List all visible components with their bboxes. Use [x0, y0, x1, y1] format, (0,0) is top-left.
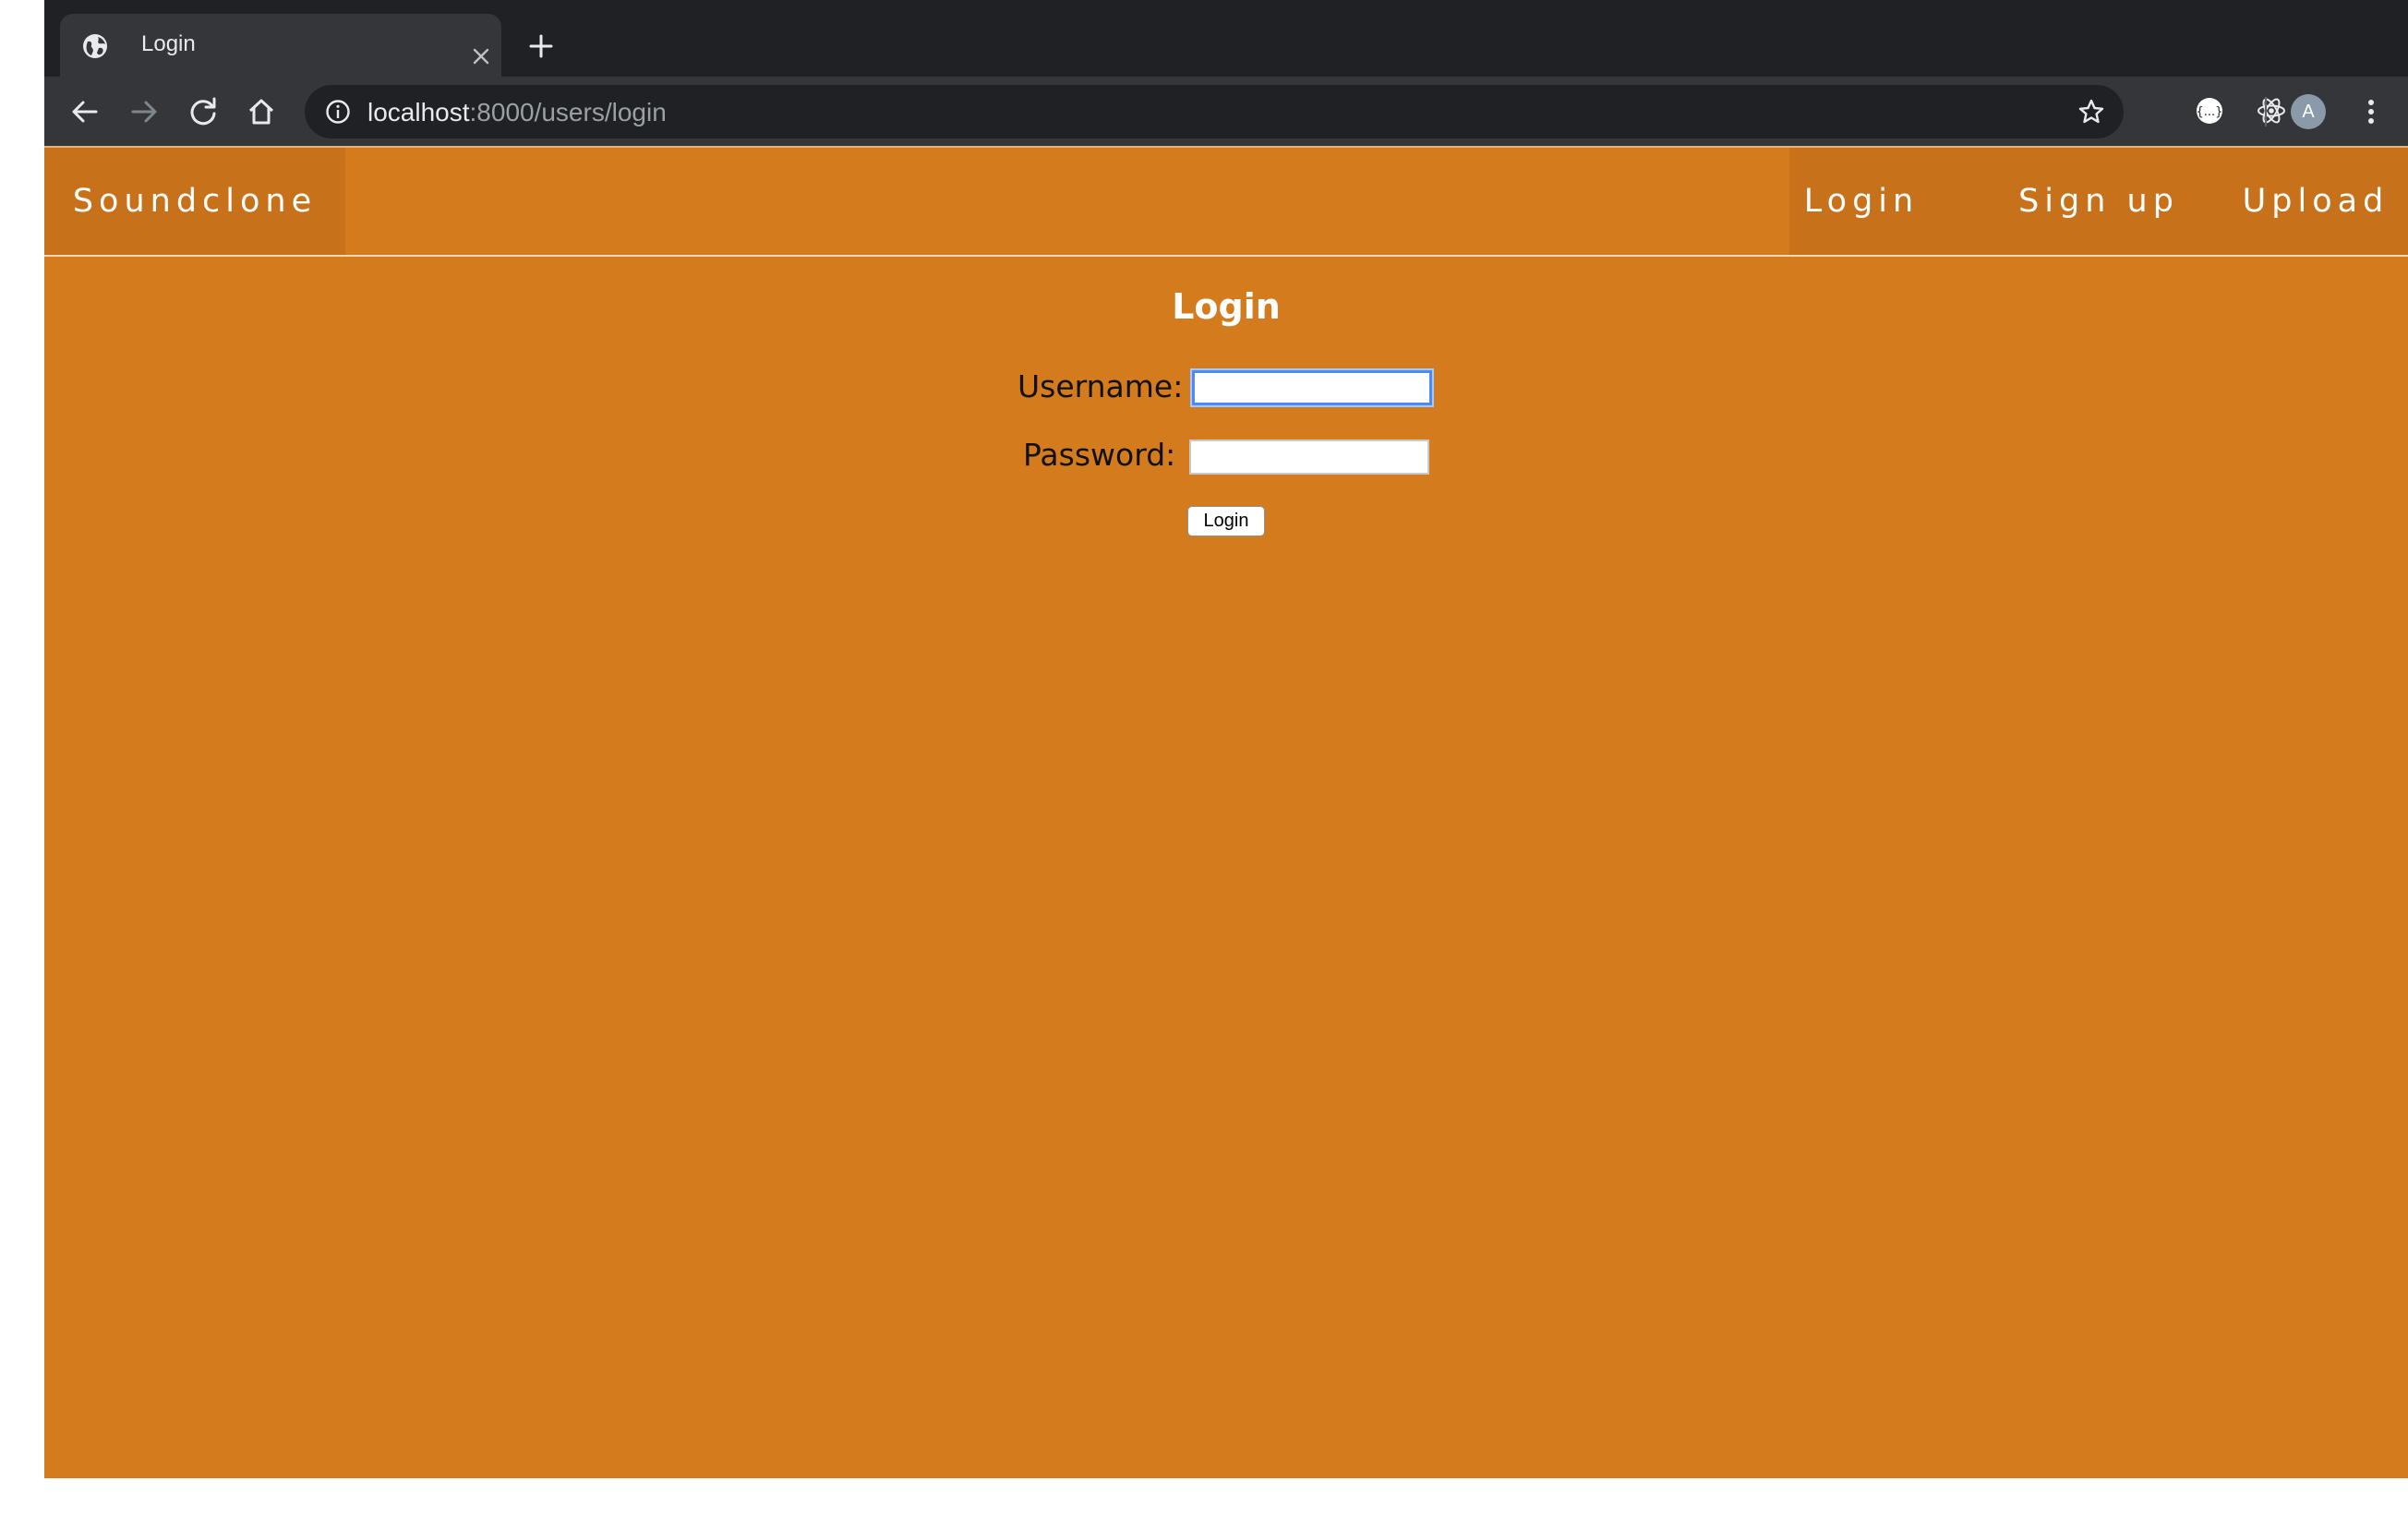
home-icon[interactable] [243, 93, 280, 130]
tab-title: Login [141, 31, 196, 56]
site-navbar: Soundclone Login Sign up Upload [44, 146, 2408, 257]
profile-avatar[interactable]: A [2291, 94, 2326, 129]
extension-icon[interactable]: {...} [2193, 94, 2226, 127]
info-icon[interactable] [325, 99, 351, 125]
browser-toolbar: localhost:8000/users/login {...} A [44, 77, 2408, 146]
browser-tab[interactable]: Login [60, 14, 501, 77]
username-label: Username: [1017, 368, 1184, 404]
star-icon[interactable] [2077, 98, 2105, 126]
plus-icon[interactable] [526, 31, 556, 61]
nav-upload-link[interactable]: Upload [2228, 148, 2403, 255]
nav-signup-link[interactable]: Sign up [1997, 148, 2200, 255]
address-bar[interactable]: localhost:8000/users/login [305, 85, 2124, 138]
back-arrow-icon[interactable] [66, 93, 103, 130]
password-input[interactable] [1189, 439, 1429, 475]
browser-chrome: Login localhost:8000/users/login {...} A [44, 0, 2408, 146]
toolbar-separator [2265, 97, 2267, 126]
username-input[interactable] [1192, 370, 1432, 405]
svg-text:{...}: {...} [2197, 105, 2223, 119]
forward-arrow-icon[interactable] [126, 93, 163, 130]
page-title: Login [1172, 286, 1281, 327]
url-text[interactable]: localhost:8000/users/login [367, 98, 667, 127]
page-content: Soundclone Login Sign up Upload Login Us… [44, 146, 2408, 1478]
url-host: localhost [367, 98, 470, 126]
close-icon[interactable] [470, 45, 492, 67]
reload-icon[interactable] [185, 93, 222, 130]
nav-login-link[interactable]: Login [1789, 148, 1933, 255]
globe-icon [83, 34, 107, 58]
more-vert-icon[interactable] [2362, 93, 2380, 130]
url-path: :8000/users/login [469, 98, 667, 126]
react-devtools-icon[interactable] [2255, 94, 2288, 127]
login-button[interactable]: Login [1187, 506, 1265, 536]
password-label: Password: [1023, 437, 1176, 473]
tab-strip: Login [44, 0, 2408, 77]
brand-link[interactable]: Soundclone [44, 148, 345, 255]
